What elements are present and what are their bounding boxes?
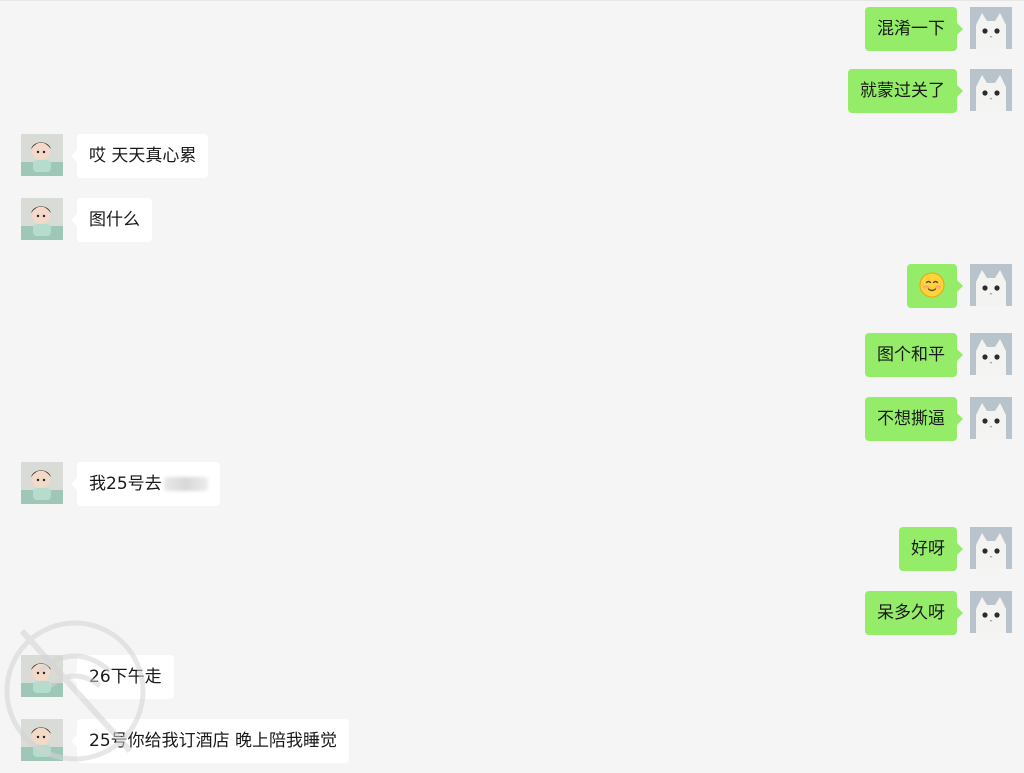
white-cat-avatar[interactable] xyxy=(970,7,1012,49)
message-text: 我25号去 xyxy=(89,474,162,494)
message-row: 26下午走 xyxy=(0,655,1024,699)
message-bubble[interactable]: 图什么 xyxy=(71,198,152,242)
message-bubble[interactable]: 25号你给我订酒店 晚上陪我睡觉 xyxy=(70,719,350,763)
girl-photo-avatar[interactable] xyxy=(21,134,63,176)
message-bubble[interactable]: 哎 天天真心累 xyxy=(70,134,209,178)
message-row: 呆多久呀 xyxy=(0,591,1024,635)
message-row: 图什么 xyxy=(0,198,1024,242)
message-bubble[interactable]: 不想撕逼 xyxy=(865,397,963,441)
smiling-face-emoji-icon xyxy=(919,272,945,297)
white-cat-avatar[interactable] xyxy=(970,527,1012,569)
white-cat-avatar[interactable] xyxy=(970,264,1012,306)
message-row xyxy=(0,264,1024,308)
message-bubble[interactable]: 26下午走 xyxy=(71,655,174,699)
message-row: 25号你给我订酒店 晚上陪我睡觉 xyxy=(0,719,1024,763)
white-cat-avatar[interactable] xyxy=(970,69,1012,111)
message-bubble[interactable]: 呆多久呀 xyxy=(865,591,963,635)
message-row: 我25号去 xyxy=(0,462,1024,506)
white-cat-avatar[interactable] xyxy=(970,591,1012,633)
message-bubble[interactable] xyxy=(907,264,963,308)
girl-photo-avatar[interactable] xyxy=(21,462,63,504)
message-row: 混淆一下 xyxy=(0,7,1024,51)
message-bubble[interactable]: 就蒙过关了 xyxy=(848,69,963,113)
message-bubble[interactable]: 图个和平 xyxy=(865,333,963,377)
girl-photo-avatar[interactable] xyxy=(21,198,63,240)
white-cat-avatar[interactable] xyxy=(970,333,1012,375)
message-row: 哎 天天真心累 xyxy=(0,134,1024,178)
girl-photo-avatar[interactable] xyxy=(21,655,63,697)
redacted-blur xyxy=(163,477,208,491)
white-cat-avatar[interactable] xyxy=(970,397,1012,439)
message-row: 好呀 xyxy=(0,527,1024,571)
message-bubble[interactable]: 好呀 xyxy=(899,527,963,571)
message-row: 就蒙过关了 xyxy=(0,69,1024,113)
message-bubble[interactable]: 我25号去 xyxy=(71,462,220,506)
message-row: 不想撕逼 xyxy=(0,397,1024,441)
chat-message-area[interactable]: 混淆一下 就蒙过关了 哎 天天真心累 图什么 图个和平 不想撕逼 我25号去 好… xyxy=(0,0,1024,773)
girl-photo-avatar[interactable] xyxy=(21,719,63,761)
message-row: 图个和平 xyxy=(0,333,1024,377)
message-bubble[interactable]: 混淆一下 xyxy=(865,7,963,51)
